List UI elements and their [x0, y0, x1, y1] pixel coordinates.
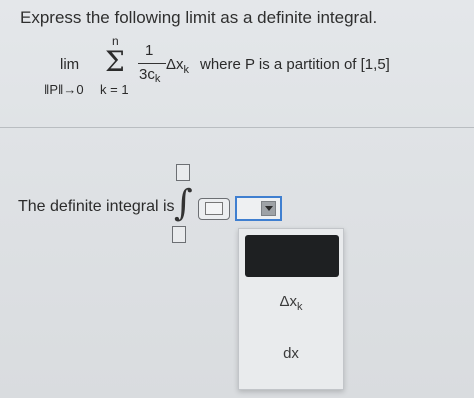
- fraction-denominator: 3ck: [139, 66, 161, 85]
- dropdown-option-dx-label: dx: [283, 345, 299, 362]
- limit-expression: lim ‖P‖→0 n Σ k = 1 1 3ck Δxk where P is…: [0, 30, 474, 110]
- section-divider: [0, 127, 474, 128]
- differential-dropdown[interactable]: [235, 196, 282, 221]
- dropdown-toggle[interactable]: [261, 201, 276, 216]
- delta-x-term: Δxk: [166, 56, 190, 76]
- sum-lower-bound: k = 1: [100, 82, 129, 97]
- fraction-numerator: 1: [145, 42, 154, 59]
- dropdown-menu: Δxk dx: [238, 228, 344, 390]
- fraction-denominator-subscript: k: [154, 73, 161, 85]
- integrand-placeholder-icon: [205, 202, 223, 215]
- delta-x-main: Δx: [166, 56, 184, 73]
- integrand-input[interactable]: [198, 198, 230, 220]
- delta-x-subscript: k: [183, 64, 190, 76]
- lower-limit-input[interactable]: [172, 226, 186, 243]
- chevron-down-icon: [265, 206, 273, 211]
- question-prompt: Express the following limit as a definit…: [20, 8, 378, 27]
- partition-statement: where P is a partition of [1,5]: [200, 56, 390, 73]
- lim-subscript: ‖P‖→0: [44, 82, 84, 97]
- upper-limit-input[interactable]: [176, 164, 190, 181]
- dropdown-option-delta-x[interactable]: Δxk: [239, 293, 343, 313]
- answer-label: The definite integral is: [18, 198, 175, 215]
- fraction-denominator-main: 3c: [139, 66, 155, 83]
- dropdown-option-delta-x-main: Δx: [279, 293, 298, 310]
- lim-word: lim: [60, 56, 80, 73]
- dropdown-option-blank[interactable]: [245, 235, 339, 277]
- fraction-bar: [138, 63, 166, 64]
- dropdown-option-dx[interactable]: dx: [239, 345, 343, 362]
- dropdown-option-delta-x-sub: k: [297, 301, 303, 313]
- page: Express the following limit as a definit…: [0, 0, 474, 398]
- sigma-symbol: Σ: [105, 45, 125, 78]
- integral-symbol: ∫: [174, 183, 193, 224]
